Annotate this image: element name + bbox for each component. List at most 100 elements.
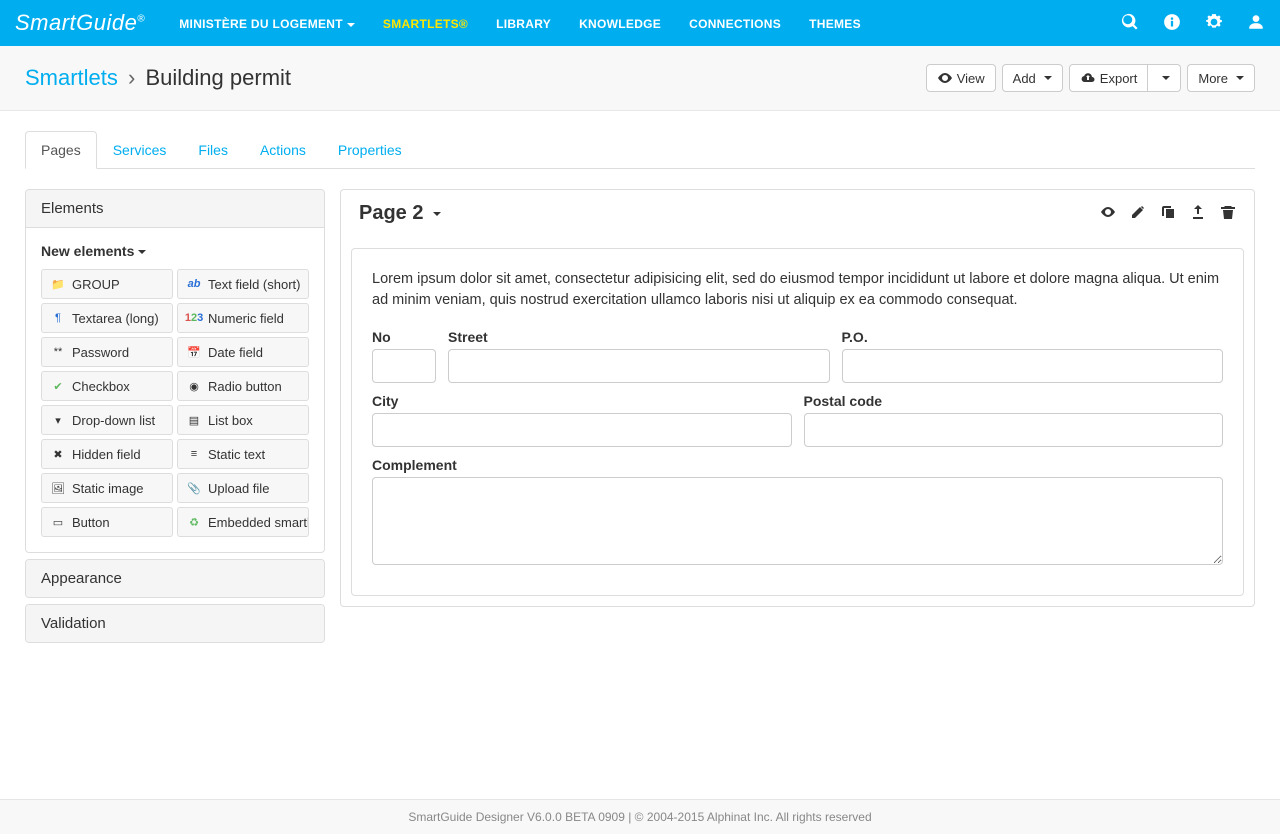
field-complement: Complement [372,457,1223,565]
search-icon[interactable] [1121,13,1139,34]
tab-files[interactable]: Files [182,131,244,169]
footer: SmartGuide Designer V6.0.0 BETA 0909 | ©… [0,799,1280,834]
elements-heading[interactable]: Elements [26,190,324,228]
label-street: Street [448,329,830,345]
info-icon[interactable] [1163,13,1181,34]
user-icon[interactable] [1247,13,1265,34]
more-button[interactable]: More [1187,64,1255,92]
label-no: No [372,329,436,345]
dropdown-icon: ▾ [50,412,66,428]
export-dropdown-button[interactable] [1148,64,1181,92]
appearance-heading[interactable]: Appearance [26,560,324,597]
recycle-icon: ♻ [186,514,202,530]
caret-icon [1044,76,1052,80]
element-textarea[interactable]: ¶Textarea (long) [41,303,173,333]
ab-icon: ab [186,276,202,292]
export-page-icon[interactable] [1190,204,1206,223]
footer-text: SmartGuide Designer V6.0.0 BETA 0909 | ©… [408,810,871,824]
breadcrumb: Smartlets › Building permit [25,65,291,91]
nav-item-knowledge[interactable]: KNOWLEDGE [565,15,675,31]
nav-item-ministere[interactable]: MINISTÈRE DU LOGEMENT [165,15,369,31]
new-elements-toggle[interactable]: New elements [41,243,309,259]
element-text-short[interactable]: abText field (short) [177,269,309,299]
navbar-right [1121,13,1265,34]
element-upload[interactable]: 📎Upload file [177,473,309,503]
element-embedded[interactable]: ♻Embedded smartlet [177,507,309,537]
lorem-text: Lorem ipsum dolor sit amet, consectetur … [372,269,1223,311]
caret-icon [433,212,441,216]
caret-icon [138,250,146,254]
element-checkbox[interactable]: ✔Checkbox [41,371,173,401]
breadcrumb-current: Building permit [146,65,292,90]
input-street[interactable] [448,349,830,383]
cloud-upload-icon [1080,70,1096,86]
element-numeric[interactable]: 123Numeric field [177,303,309,333]
input-city[interactable] [372,413,792,447]
element-static-text[interactable]: ≡Static text [177,439,309,469]
hidden-icon: ✖ [50,446,66,462]
form-row-2: City Postal code [372,393,1223,447]
validation-heading[interactable]: Validation [26,605,324,642]
brand-text: SmartGuide [15,10,137,35]
caret-icon [347,23,355,27]
tab-pages[interactable]: Pages [25,131,97,169]
input-postal[interactable] [804,413,1224,447]
main-layout: Elements New elements 📁GROUP abText fiel… [0,169,1280,669]
tab-properties[interactable]: Properties [322,131,418,169]
tab-actions[interactable]: Actions [244,131,322,169]
export-button[interactable]: Export [1069,64,1149,92]
tab-services[interactable]: Services [97,131,183,169]
page-canvas: Lorem ipsum dolor sit amet, consectetur … [351,248,1244,596]
field-no: No [372,329,436,383]
label-po: P.O. [842,329,1224,345]
element-group[interactable]: 📁GROUP [41,269,173,299]
appearance-panel: Appearance [25,559,325,598]
breadcrumb-parent[interactable]: Smartlets [25,65,118,90]
elements-body: New elements 📁GROUP abText field (short)… [26,228,324,552]
caret-icon [1162,76,1170,80]
eye-icon [937,70,953,86]
copy-icon[interactable] [1160,204,1176,223]
paperclip-icon: 📎 [186,480,202,496]
calendar-icon: 📅 [186,344,202,360]
add-button[interactable]: Add [1002,64,1063,92]
nav-item-library[interactable]: LIBRARY [482,15,565,31]
label-city: City [372,393,792,409]
nav-item-themes[interactable]: THEMES [795,15,875,31]
gear-icon[interactable] [1205,13,1223,34]
pencil-icon[interactable] [1130,204,1146,223]
element-password[interactable]: **Password [41,337,173,367]
list-icon: ▤ [186,412,202,428]
main-nav: MINISTÈRE DU LOGEMENT SMARTLETS® LIBRARY… [165,15,1121,31]
input-no[interactable] [372,349,436,383]
form-row-1: No Street P.O. [372,329,1223,383]
main-tabs: Pages Services Files Actions Properties [25,131,1255,169]
element-listbox[interactable]: ▤List box [177,405,309,435]
view-button[interactable]: View [926,64,996,92]
sidebar: Elements New elements 📁GROUP abText fiel… [25,189,325,649]
brand-logo[interactable]: SmartGuide® [15,10,145,36]
element-radio[interactable]: ◉Radio button [177,371,309,401]
nav-item-smartlets[interactable]: SMARTLETS® [369,15,482,31]
eye-icon[interactable] [1100,204,1116,223]
element-button[interactable]: ▭Button [41,507,173,537]
page-panel-header: Page 2 [341,190,1254,238]
header-actions: View Add Export More [926,64,1255,92]
element-hidden[interactable]: ✖Hidden field [41,439,173,469]
trash-icon[interactable] [1220,204,1236,223]
element-date[interactable]: 📅Date field [177,337,309,367]
label-postal: Postal code [804,393,1224,409]
textarea-icon: ¶ [50,310,66,326]
input-po[interactable] [842,349,1224,383]
nav-item-connections[interactable]: CONNECTIONS [675,15,795,31]
page-title-dropdown[interactable]: Page 2 [359,202,441,225]
folder-icon: 📁 [50,276,66,292]
validation-panel: Validation [25,604,325,643]
page-toolbar [1100,204,1236,223]
field-postal: Postal code [804,393,1224,447]
field-city: City [372,393,792,447]
image-icon: 🖼 [50,480,66,496]
element-static-image[interactable]: 🖼Static image [41,473,173,503]
element-dropdown[interactable]: ▾Drop-down list [41,405,173,435]
input-complement[interactable] [372,477,1223,565]
